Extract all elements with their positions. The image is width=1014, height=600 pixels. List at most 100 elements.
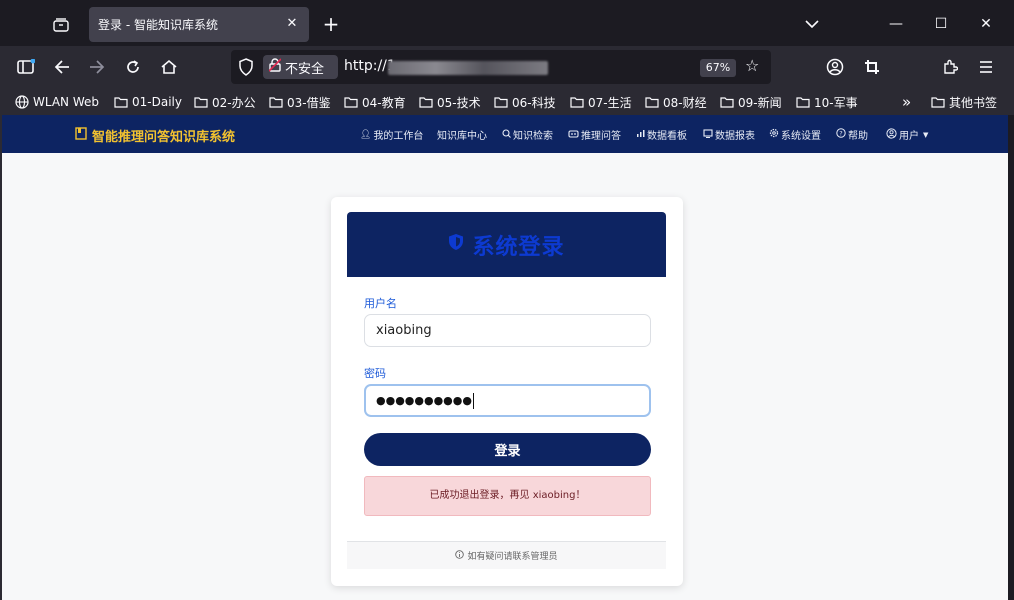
brand-label: 智能推理问答知识库系统: [92, 130, 236, 145]
nav-label: 数据报表: [715, 131, 755, 142]
user-icon: 👤︎: [360, 129, 372, 140]
folder-icon: [570, 96, 584, 108]
username-input[interactable]: [364, 314, 651, 347]
bookmark-folder[interactable]: 03-借鉴: [269, 93, 331, 111]
bookmark-label: 02-办公: [212, 95, 256, 110]
folder-icon: [796, 96, 810, 108]
nav-help[interactable]: ? 帮助: [836, 127, 868, 142]
password-input[interactable]: ●●●●●●●●●●: [364, 384, 651, 417]
tab-close-icon[interactable]: ✕: [283, 15, 301, 33]
nav-label: 系统设置: [781, 131, 821, 142]
bookmark-folder[interactable]: 01-Daily: [114, 93, 182, 111]
nav-label: 知识检索: [513, 131, 553, 142]
gear-icon: [769, 128, 779, 141]
extensions-icon[interactable]: [937, 54, 963, 80]
bookmark-folder[interactable]: 04-教育: [344, 93, 406, 111]
window-edge-right: [1008, 115, 1014, 600]
caret-down-icon: ▼: [923, 130, 929, 139]
bookmarks-overflow-icon[interactable]: »: [902, 93, 911, 111]
bookmark-folder[interactable]: 02-办公: [194, 93, 256, 111]
logout-success-alert: 已成功退出登录，再见 xiaobing！: [364, 476, 651, 516]
report-icon: [703, 128, 713, 141]
bookmark-folder[interactable]: 其他书签: [931, 93, 997, 111]
folder-icon: [344, 96, 358, 108]
search-icon: [502, 128, 511, 141]
bookmark-folder[interactable]: 09-新闻: [720, 93, 782, 111]
login-card: 系统登录 用户名 密码 ●●●●●●●●●● 登录 已成功退出登录，再见 xia…: [331, 197, 683, 586]
bookmark-label: 07-生活: [588, 95, 632, 110]
url-bar[interactable]: 不安全 http://1 67% ☆: [231, 50, 771, 84]
globe-icon: [15, 95, 29, 109]
folder-icon: [194, 96, 208, 108]
nav-label: 数据看板: [647, 131, 687, 142]
star-icon[interactable]: ☆: [745, 56, 759, 75]
nav-user-dropdown[interactable]: 用户 ▼: [886, 127, 928, 142]
text-caret: [472, 392, 474, 409]
menu-icon[interactable]: [973, 54, 999, 80]
bookmark-label: 06-科技: [512, 95, 556, 110]
footer-text: 如有疑问请联系管理员: [467, 552, 558, 562]
reload-icon[interactable]: [120, 54, 146, 80]
bookmark-wlan-web[interactable]: WLAN Web: [15, 93, 99, 111]
user-circle-icon: [886, 127, 897, 142]
zoom-level[interactable]: 67%: [700, 59, 736, 77]
nav-knowledge-search[interactable]: 知识检索: [502, 127, 553, 142]
back-icon[interactable]: [49, 54, 75, 80]
bookmark-label: 03-借鉴: [287, 95, 331, 110]
maximize-button[interactable]: ☐: [921, 10, 961, 38]
bookmark-folder[interactable]: 08-财经: [645, 93, 707, 111]
nav-label: 我的工作台: [373, 131, 424, 142]
sidebar-icon[interactable]: [13, 54, 39, 80]
crop-icon[interactable]: [859, 54, 885, 80]
svg-text:?: ?: [839, 130, 842, 138]
robot-icon: [568, 129, 579, 141]
home-icon[interactable]: [156, 54, 182, 80]
close-window-button[interactable]: ✕: [966, 10, 1006, 38]
login-title: 系统登录: [448, 229, 564, 261]
bookmark-label: 04-教育: [362, 95, 406, 110]
bookmark-label: 01-Daily: [132, 95, 182, 109]
web-page: 智能推理问答知识库系统 👤︎ 我的工作台 知识库中心 知识检索 推理问答 数据看板…: [2, 115, 1008, 600]
login-title-text: 系统登录: [472, 234, 565, 260]
bookmark-label: 09-新闻: [738, 95, 782, 110]
folder-icon: [645, 96, 659, 108]
nav-system-settings[interactable]: 系统设置: [769, 127, 821, 142]
new-tab-button[interactable]: +: [320, 13, 342, 35]
bookmark-folder[interactable]: 05-技术: [419, 93, 481, 111]
minimize-button[interactable]: —: [876, 10, 916, 38]
tab-title: 登录 - 智能知识库系统: [98, 18, 218, 32]
bookmark-label: 10-军事: [814, 95, 858, 110]
shield-icon[interactable]: [238, 58, 254, 80]
nav-label: 用户: [899, 131, 919, 142]
folder-icon: [494, 96, 508, 108]
folder-icon: [720, 96, 734, 108]
chevron-down-icon[interactable]: [801, 14, 823, 34]
nav-reasoning-qa[interactable]: 推理问答: [568, 127, 621, 142]
bookmark-folder[interactable]: 07-生活: [570, 93, 632, 111]
nav-knowledge-center[interactable]: 知识库中心: [437, 127, 487, 142]
book-icon: [75, 127, 87, 144]
help-icon: ?: [836, 128, 846, 141]
account-icon[interactable]: [822, 54, 848, 80]
login-button[interactable]: 登录: [364, 433, 651, 466]
forward-icon[interactable]: [84, 54, 110, 80]
navigation-toolbar: 不安全 http://1 67% ☆: [0, 46, 1014, 88]
username-label: 用户名: [364, 297, 397, 310]
folder-icon: [269, 96, 283, 108]
bookmark-folder[interactable]: 06-科技: [494, 93, 556, 111]
folder-icon: [114, 96, 128, 108]
site-brand[interactable]: 智能推理问答知识库系统: [75, 126, 235, 145]
url-redacted: [388, 61, 548, 75]
bookmark-label: WLAN Web: [33, 95, 99, 109]
bookmark-label: 08-财经: [663, 95, 707, 110]
login-card-header: 系统登录: [347, 212, 666, 277]
insecure-indicator[interactable]: 不安全: [263, 55, 338, 79]
insecure-label: 不安全: [285, 61, 325, 77]
nav-data-report[interactable]: 数据报表: [703, 127, 755, 142]
tab-overview-icon[interactable]: [47, 12, 75, 38]
nav-data-dashboard[interactable]: 数据看板: [636, 127, 687, 142]
bookmark-folder[interactable]: 10-军事: [796, 93, 858, 111]
nav-label: 推理问答: [581, 131, 621, 142]
nav-my-workspace[interactable]: 👤︎ 我的工作台: [360, 127, 424, 143]
tab-active[interactable]: 登录 - 智能知识库系统 ✕: [89, 7, 309, 42]
